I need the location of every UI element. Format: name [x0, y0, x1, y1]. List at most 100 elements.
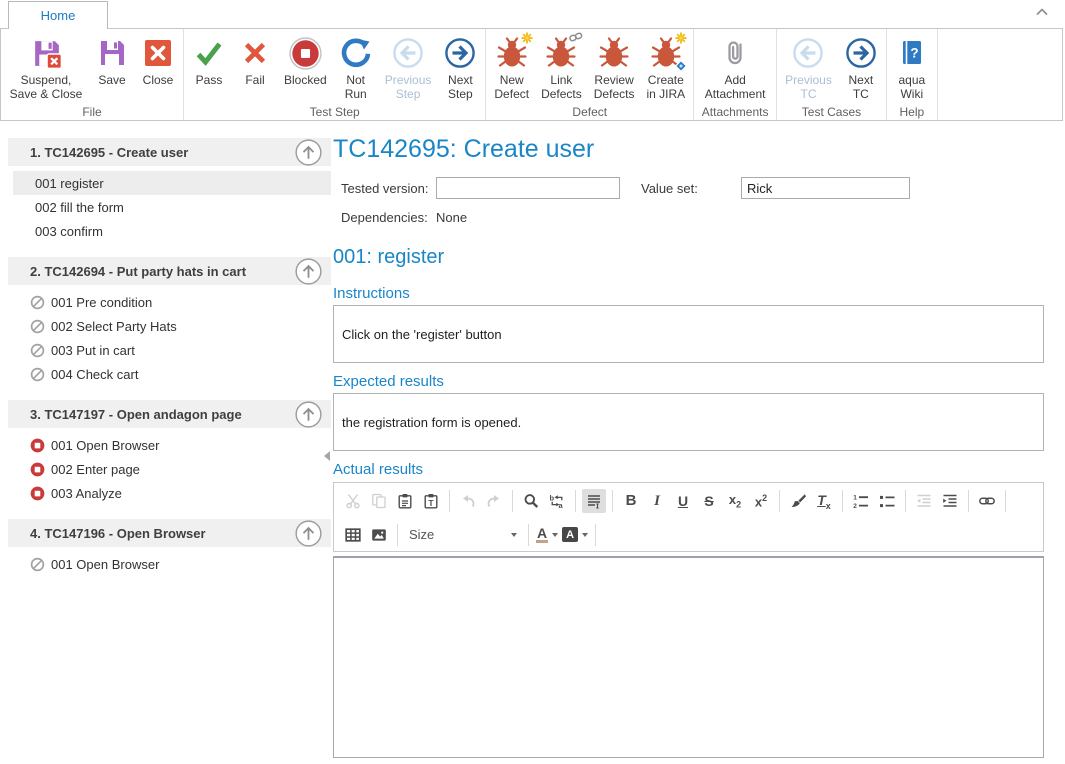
cut-button[interactable] — [341, 489, 365, 513]
star-badge-icon — [675, 32, 687, 44]
subscript-button[interactable]: x2 — [723, 489, 747, 513]
not-run-button[interactable]: Not Run — [333, 31, 379, 101]
replace-button[interactable] — [545, 489, 569, 513]
redo-button[interactable] — [482, 489, 506, 513]
strikethrough-button[interactable]: S — [697, 489, 721, 513]
testcase-header-2[interactable]: 2. TC142694 - Put party hats in cart — [8, 257, 331, 285]
value-set-label: Value set: — [641, 181, 741, 196]
undo-button[interactable] — [456, 489, 480, 513]
increase-indent-button[interactable] — [938, 489, 962, 513]
suspend-save-close-button[interactable]: Suspend, Save & Close — [3, 31, 89, 101]
step-item-open-browser-2[interactable]: 001 Open Browser — [13, 552, 331, 576]
select-all-button[interactable] — [582, 489, 606, 513]
find-button[interactable] — [519, 489, 543, 513]
bug-link-icon — [545, 34, 577, 72]
tested-version-input[interactable] — [436, 177, 620, 199]
not-run-status-icon — [30, 319, 45, 334]
ribbon-group-test-step: Pass Fail Blocked Not Run Previous Step … — [184, 29, 486, 120]
value-set-input[interactable] — [741, 177, 910, 199]
expected-results-box: the registration form is opened. — [333, 393, 1044, 451]
ribbon-group-label-defect: Defect — [486, 105, 693, 119]
main-content: TC142695: Create user Tested version: Va… — [331, 121, 1065, 764]
superscript-button[interactable]: x2 — [749, 489, 773, 513]
next-tc-button[interactable]: Next TC — [838, 31, 884, 101]
insert-link-button[interactable] — [975, 489, 999, 513]
numbered-list-button[interactable] — [849, 489, 873, 513]
insert-image-button[interactable] — [367, 523, 391, 547]
actual-results-editor[interactable] — [333, 556, 1044, 758]
step-item-select-party-hats[interactable]: 002 Select Party Hats — [13, 314, 331, 338]
testcase-group-4: 4. TC147196 - Open Browser 001 Open Brow… — [0, 519, 331, 576]
step-item-put-in-cart[interactable]: 003 Put in cart — [13, 338, 331, 362]
scroll-to-top-icon[interactable] — [295, 520, 322, 547]
decrease-indent-button[interactable] — [912, 489, 936, 513]
collapse-ribbon-chevron-icon[interactable] — [1035, 7, 1049, 17]
dependencies-label: Dependencies: — [341, 210, 436, 225]
next-step-button[interactable]: Next Step — [437, 31, 483, 101]
not-run-status-icon — [30, 343, 45, 358]
remove-format-button[interactable]: Tx — [812, 489, 836, 513]
table-icon — [345, 527, 361, 543]
step-item-register[interactable]: 001 register — [13, 171, 331, 195]
arrow-right-circle-icon — [845, 34, 877, 72]
new-defect-button[interactable]: New Defect — [488, 31, 535, 101]
toolbar-separator — [512, 490, 513, 512]
not-run-status-icon — [30, 557, 45, 572]
bug-new-icon — [496, 34, 528, 72]
fail-button[interactable]: Fail — [232, 31, 278, 88]
close-button[interactable]: Close — [135, 31, 181, 88]
bulleted-list-button[interactable] — [875, 489, 899, 513]
italic-button[interactable]: I — [645, 489, 669, 513]
link-defects-button[interactable]: Link Defects — [535, 31, 588, 101]
text-color-button[interactable]: A — [536, 526, 558, 543]
aqua-wiki-button[interactable]: aqua Wiki — [889, 31, 935, 101]
step-item-open-browser[interactable]: 001 Open Browser — [13, 433, 331, 457]
save-button[interactable]: Save — [89, 31, 135, 88]
step-item-check-cart[interactable]: 004 Check cart — [13, 362, 331, 386]
paste-from-word-button[interactable] — [419, 489, 443, 513]
tested-version-label: Tested version: — [341, 181, 436, 196]
step-item-pre-condition[interactable]: 001 Pre condition — [13, 290, 331, 314]
insert-table-button[interactable] — [341, 523, 365, 547]
paste-button[interactable] — [393, 489, 417, 513]
scroll-to-top-icon[interactable] — [295, 139, 322, 166]
step-item-confirm[interactable]: 003 confirm — [13, 219, 331, 243]
pass-button[interactable]: Pass — [186, 31, 232, 88]
outdent-icon — [916, 493, 932, 509]
testcase-header-4[interactable]: 4. TC147196 - Open Browser — [8, 519, 331, 547]
previous-step-button[interactable]: Previous Step — [379, 31, 438, 101]
wiki-book-icon — [896, 34, 928, 72]
bug-jira-icon — [650, 34, 682, 72]
instructions-box: Click on the 'register' button — [333, 305, 1044, 363]
replace-icon — [549, 493, 565, 509]
bold-button[interactable]: B — [619, 489, 643, 513]
step-item-fill-the-form[interactable]: 002 fill the form — [13, 195, 331, 219]
add-attachment-button[interactable]: Add Attachment — [696, 31, 774, 101]
tab-home[interactable]: Home — [8, 1, 108, 29]
font-size-dropdown[interactable]: Size — [409, 527, 517, 542]
instructions-text: Click on the 'register' button — [342, 327, 502, 342]
toolbar-separator — [842, 490, 843, 512]
previous-tc-button[interactable]: Previous TC — [779, 31, 838, 101]
dependencies-value: None — [436, 210, 467, 225]
testcase-header-3[interactable]: 3. TC147197 - Open andagon page — [8, 400, 331, 428]
toolbar-separator — [1005, 490, 1006, 512]
step-title: 001: register — [333, 246, 1044, 269]
underline-button[interactable]: U — [671, 489, 695, 513]
testcase-header-1[interactable]: 1. TC142695 - Create user — [8, 138, 331, 166]
blocked-button[interactable]: Blocked — [278, 31, 333, 88]
create-in-jira-button[interactable]: Create in JIRA — [640, 31, 691, 101]
step-item-analyze[interactable]: 003 Analyze — [13, 481, 331, 505]
ribbon-group-defect: New Defect Link Defects Review Defects C… — [486, 29, 694, 120]
background-color-button[interactable]: A — [562, 527, 588, 542]
copy-formatting-button[interactable] — [786, 489, 810, 513]
scroll-to-top-icon[interactable] — [295, 258, 322, 285]
step-item-enter-page[interactable]: 002 Enter page — [13, 457, 331, 481]
paste-from-word-icon — [423, 493, 439, 509]
sidebar-collapse-arrow[interactable] — [324, 451, 330, 461]
ribbon-group-label-test-cases: Test Cases — [777, 105, 886, 119]
scroll-to-top-icon[interactable] — [295, 401, 322, 428]
text-color-icon: A — [536, 526, 548, 543]
review-defects-button[interactable]: Review Defects — [588, 31, 641, 101]
copy-button[interactable] — [367, 489, 391, 513]
